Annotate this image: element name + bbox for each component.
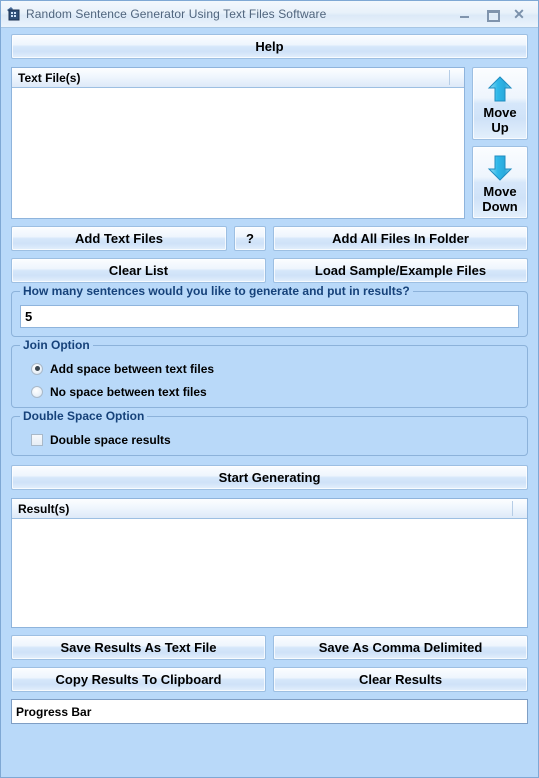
double-space-group-title: Double Space Option xyxy=(20,409,148,423)
checkbox-double-space-icon[interactable] xyxy=(31,433,43,446)
sentence-count-group: How many sentences would you like to gen… xyxy=(11,284,528,337)
radio-add-space-icon[interactable] xyxy=(31,362,43,375)
double-space-option-group: Double Space Option Double space results xyxy=(11,409,528,456)
app-icon xyxy=(6,6,22,22)
text-files-list-body[interactable] xyxy=(12,88,464,218)
double-space-results-label: Double space results xyxy=(50,432,171,447)
move-up-button[interactable]: Move Up xyxy=(472,67,528,140)
text-files-column-label: Text File(s) xyxy=(18,70,81,85)
join-option-add-space-label: Add space between text files xyxy=(50,361,215,376)
join-option-no-space[interactable]: No space between text files xyxy=(31,382,519,401)
join-option-add-space[interactable]: Add space between text files xyxy=(31,359,519,378)
clear-results-button[interactable]: Clear Results xyxy=(273,667,528,692)
text-files-column-header[interactable]: Text File(s) xyxy=(12,68,464,88)
text-files-listbox[interactable]: Text File(s) xyxy=(11,67,465,219)
arrow-down-icon xyxy=(485,153,515,184)
results-listbox[interactable]: Result(s) xyxy=(11,498,528,628)
join-option-no-space-label: No space between text files xyxy=(50,384,207,399)
move-down-label-line2: Down xyxy=(482,199,518,214)
sentence-count-group-title: How many sentences would you like to gen… xyxy=(20,284,413,298)
move-buttons-column: Move Up Move Down xyxy=(472,67,528,219)
results-list-body[interactable] xyxy=(12,519,527,627)
move-up-label-line2: Up xyxy=(491,120,509,135)
results-column-header[interactable]: Result(s) xyxy=(12,499,527,519)
move-down-button[interactable]: Move Down xyxy=(472,146,528,219)
clear-list-button[interactable]: Clear List xyxy=(11,258,266,283)
application-window: Random Sentence Generator Using Text Fil… xyxy=(0,0,539,778)
save-results-as-text-file-button[interactable]: Save Results As Text File xyxy=(11,635,266,660)
minimize-button[interactable] xyxy=(458,7,472,21)
help-button[interactable]: Help xyxy=(11,34,528,59)
column-divider[interactable] xyxy=(449,70,450,85)
close-button[interactable]: ✕ xyxy=(512,7,526,21)
results-actions-row-1: Save Results As Text File Save As Comma … xyxy=(11,635,528,660)
move-down-label-line1: Move xyxy=(483,184,517,199)
maximize-button[interactable] xyxy=(485,7,500,22)
help-question-button[interactable]: ? xyxy=(234,226,266,251)
window-title: Random Sentence Generator Using Text Fil… xyxy=(26,7,327,21)
title-bar: Random Sentence Generator Using Text Fil… xyxy=(1,1,538,28)
join-option-group: Join Option Add space between text files… xyxy=(11,338,528,408)
join-option-group-title: Join Option xyxy=(20,338,93,352)
copy-results-to-clipboard-button[interactable]: Copy Results To Clipboard xyxy=(11,667,266,692)
results-column-label: Result(s) xyxy=(18,501,70,516)
files-area: Text File(s) Move Up Move Down xyxy=(11,67,528,219)
load-sample-files-button[interactable]: Load Sample/Example Files xyxy=(273,258,528,283)
window-controls: ✕ xyxy=(458,7,536,22)
move-up-label-line1: Move xyxy=(483,105,517,120)
file-actions-row-2: Clear List Load Sample/Example Files xyxy=(11,258,528,283)
radio-no-space-icon[interactable] xyxy=(31,385,43,398)
progress-bar: Progress Bar xyxy=(11,699,528,724)
arrow-up-icon xyxy=(485,74,515,105)
results-actions-row-2: Copy Results To Clipboard Clear Results xyxy=(11,667,528,692)
add-all-files-in-folder-button[interactable]: Add All Files In Folder xyxy=(273,226,528,251)
file-actions-row-1: Add Text Files ? Add All Files In Folder xyxy=(11,226,528,251)
results-column-divider[interactable] xyxy=(512,501,513,516)
save-as-comma-delimited-button[interactable]: Save As Comma Delimited xyxy=(273,635,528,660)
start-generating-button[interactable]: Start Generating xyxy=(11,465,528,490)
add-text-files-button[interactable]: Add Text Files xyxy=(11,226,227,251)
sentence-count-input[interactable]: 5 xyxy=(20,305,519,328)
double-space-results-option[interactable]: Double space results xyxy=(31,430,519,449)
